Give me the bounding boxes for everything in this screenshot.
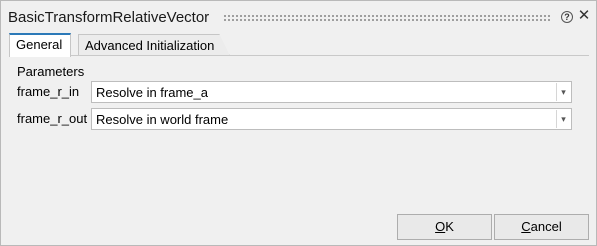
cancel-mnemonic: C: [521, 219, 531, 234]
select-value: Resolve in world frame: [96, 112, 229, 127]
parameters-group-label: Parameters: [17, 64, 85, 79]
drag-grip-handle[interactable]: [223, 14, 552, 21]
cancel-label-rest: ancel: [530, 219, 562, 234]
tab-advanced-initialization[interactable]: Advanced Initialization: [78, 34, 230, 56]
tab-general[interactable]: General: [9, 33, 71, 57]
frame-r-in-select[interactable]: Resolve in frame_a ▾: [91, 81, 572, 103]
dialog-window: BasicTransformRelativeVector ? ✕ General…: [0, 0, 597, 246]
ok-button[interactable]: OK: [397, 214, 492, 240]
ok-mnemonic: O: [435, 219, 446, 234]
help-icon[interactable]: ?: [561, 11, 573, 23]
frame-r-out-select[interactable]: Resolve in world frame ▾: [91, 108, 572, 130]
param-row-frame-r-out: frame_r_out Resolve in world frame ▾: [17, 108, 579, 130]
chevron-down-icon[interactable]: ▾: [556, 83, 570, 101]
window-title: BasicTransformRelativeVector: [8, 9, 210, 26]
select-value: Resolve in frame_a: [96, 85, 208, 100]
chevron-down-icon[interactable]: ▾: [556, 110, 570, 128]
tab-strip: General Advanced Initialization: [9, 33, 589, 57]
close-icon[interactable]: ✕: [577, 8, 591, 24]
param-row-frame-r-in: frame_r_in Resolve in frame_a ▾: [17, 81, 579, 103]
title-bar[interactable]: BasicTransformRelativeVector ? ✕: [1, 1, 596, 32]
param-label: frame_r_in: [17, 84, 80, 99]
param-label: frame_r_out: [17, 111, 88, 126]
ok-label-rest: K: [445, 219, 454, 234]
general-panel: Parameters frame_r_in Resolve in frame_a…: [9, 56, 589, 196]
cancel-button[interactable]: Cancel: [494, 214, 589, 240]
